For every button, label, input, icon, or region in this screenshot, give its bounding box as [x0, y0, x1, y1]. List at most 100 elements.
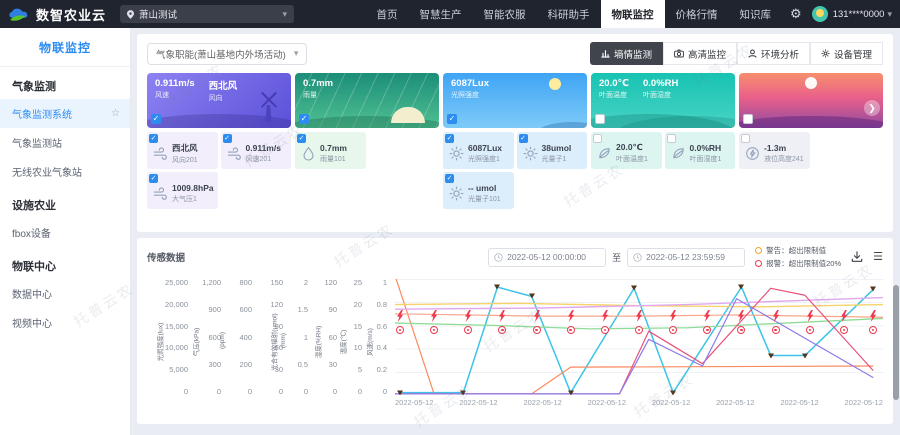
carousel-next-button[interactable]: ❯: [864, 100, 880, 116]
card-checkbox[interactable]: [595, 114, 605, 124]
card-value: 20.0℃: [599, 78, 629, 89]
bolt-icon: [745, 146, 760, 161]
chip-value: -- umol: [468, 183, 501, 193]
sensor-chip[interactable]: 20.0℃ 叶面温度1: [591, 132, 662, 169]
card-value: 0.7mm: [303, 78, 333, 89]
star-icon[interactable]: ☆: [111, 108, 120, 119]
sensor-card[interactable]: 0.911m/s 风速 西北风 风向 ✓: [147, 73, 291, 128]
nav-item[interactable]: 智能农服: [473, 0, 537, 28]
chart-plot-area[interactable]: [395, 279, 883, 395]
sensor-card[interactable]: 6087Lux 光照强度 ✓: [443, 73, 587, 128]
sidebar-item[interactable]: 无线农业气象站: [0, 157, 130, 186]
sidebar-item[interactable]: 数据中心: [0, 279, 130, 308]
sensor-card[interactable]: 20.0℃ 叶面温度 0.0%RH 叶面湿度: [591, 73, 735, 128]
card-label: 光照强度: [451, 90, 489, 100]
axis-tick: 0.2: [377, 366, 387, 373]
list-icon[interactable]: ☰: [873, 252, 883, 263]
chip-label: 光量子101: [468, 194, 501, 204]
sidebar-menu: 气象监测 气象监测系统 ☆ 气象监测站 无线农业气象站 设施农业 fbox设备 …: [0, 67, 130, 337]
user-menu[interactable]: 131****0000 ▾: [833, 9, 892, 20]
date-to-input[interactable]: 2022-05-12 23:59:59: [627, 248, 745, 267]
avatar[interactable]: [812, 6, 828, 22]
chip-checkbox[interactable]: [667, 134, 676, 143]
axis-tick: 0.4: [377, 344, 387, 351]
monitor-tab[interactable]: 设备管理: [810, 42, 883, 65]
chart-icon: [601, 49, 610, 58]
chevron-down-icon: ▾: [887, 10, 892, 19]
sensor-chip[interactable]: ✓ -- umol 光量子101: [443, 172, 514, 209]
chip-checkbox[interactable]: ✓: [223, 134, 232, 143]
sensor-chip[interactable]: ✓ 西北风 风向201: [147, 132, 218, 169]
nav-item[interactable]: 科研助手: [537, 0, 601, 28]
card-metric: 6087Lux 光照强度: [451, 78, 489, 100]
monitor-tab[interactable]: 环境分析: [737, 42, 810, 65]
sensor-chips: ✓ 西北风 风向201 ✓ 0.911m/s 风速201 ✓ 1009.8hPa…: [147, 132, 883, 209]
clock-icon: [633, 253, 642, 262]
monitor-tab[interactable]: 墒情监测: [590, 42, 663, 65]
sensor-data-title: 传感数据: [147, 250, 185, 264]
sensor-card[interactable]: [739, 73, 883, 128]
card-metric: 0.911m/s 风速: [155, 78, 195, 103]
main-nav: 首页智慧生产智能农服科研助手物联监控价格行情知识库: [366, 0, 783, 28]
sensor-chip[interactable]: ✓ 6087Lux 光照强度1: [443, 132, 514, 169]
chip-checkbox[interactable]: ✓: [519, 134, 528, 143]
sidebar-item[interactable]: 视频中心: [0, 308, 130, 337]
card-label: 叶面温度: [599, 90, 629, 100]
chip-checkbox[interactable]: [741, 134, 750, 143]
location-select[interactable]: 萧山测试 ▾: [120, 5, 294, 23]
chip-checkbox[interactable]: ✓: [149, 134, 158, 143]
date-from-input[interactable]: 2022-05-12 00:00:00: [488, 248, 606, 267]
chip-checkbox[interactable]: ✓: [149, 174, 158, 183]
wind-icon: [227, 146, 242, 161]
axis-tick: 150: [270, 279, 283, 286]
nav-item[interactable]: 首页: [366, 0, 409, 28]
card-label: 风向: [209, 93, 238, 103]
axis-label: 温度(℃): [337, 330, 347, 355]
sidebar-item[interactable]: fbox设备: [0, 218, 130, 247]
chip-value: 0.7mm: [320, 143, 347, 153]
card-value: 西北风: [209, 78, 238, 92]
sidebar-item[interactable]: 气象监测系统 ☆: [0, 99, 130, 128]
sensor-chip[interactable]: ✓ 38umol 光量子1: [517, 132, 588, 169]
nav-item[interactable]: 知识库: [729, 0, 783, 28]
axis-tick: 0.5: [298, 361, 308, 368]
x-axis-label: 2022-05-12: [395, 398, 433, 407]
nav-item[interactable]: 价格行情: [665, 0, 729, 28]
nav-item[interactable]: 物联监控: [601, 0, 665, 28]
axis-tick: 600: [239, 306, 252, 313]
card-checkbox[interactable]: ✓: [447, 114, 457, 124]
monitor-tab[interactable]: 高清监控: [663, 42, 737, 65]
settings-gear-icon[interactable]: ⚙: [790, 6, 802, 22]
sensor-chip[interactable]: ✓ 1009.8hPa 大气压1: [147, 172, 218, 209]
axis-tick: 20,000: [165, 301, 188, 308]
x-axis-label: 2022-05-12: [716, 398, 754, 407]
nav-item[interactable]: 智慧生产: [409, 0, 473, 28]
chevron-down-icon: ▾: [294, 49, 299, 58]
card-checkbox[interactable]: [743, 114, 753, 124]
chip-checkbox[interactable]: [593, 134, 602, 143]
x-axis-label: 2022-05-12: [652, 398, 690, 407]
chip-checkbox[interactable]: ✓: [297, 134, 306, 143]
card-checkbox[interactable]: ✓: [151, 114, 161, 124]
leaf-icon: [597, 146, 612, 161]
axis-label: 湿度(%RH): [312, 326, 322, 359]
sidebar-item[interactable]: 气象监测站: [0, 128, 130, 157]
sensor-card[interactable]: 0.7mm 雨量 ✓: [295, 73, 439, 128]
scrollbar[interactable]: [893, 285, 899, 400]
sensor-chip[interactable]: ✓ 0.911m/s 风速201: [221, 132, 292, 169]
download-icon[interactable]: [851, 251, 863, 263]
device-select[interactable]: 气象职能(萧山基地内外场活动) ▾: [147, 43, 307, 65]
chip-value: 20.0℃: [616, 142, 648, 153]
device-select-label: 气象职能(萧山基地内外场活动): [156, 47, 286, 61]
chip-checkbox[interactable]: ✓: [445, 174, 454, 183]
chip-value: 6087Lux: [468, 143, 502, 153]
sensor-chart: 光照强度(lux) 25,00020,00015,00010,0005,0000…: [147, 279, 883, 407]
chip-checkbox[interactable]: ✓: [445, 134, 454, 143]
sensor-chip[interactable]: ✓ 0.7mm 雨量101: [295, 132, 366, 169]
monitor-tab-label: 高清监控: [688, 47, 726, 61]
sensor-chip[interactable]: 0.0%RH 叶面湿度1: [665, 132, 736, 169]
card-checkbox[interactable]: ✓: [299, 114, 309, 124]
sensor-chip[interactable]: -1.3m 液位高度241: [739, 132, 810, 169]
sensor-data-panel: 传感数据 2022-05-12 00:00:00 至 2022-05-12 23…: [137, 238, 893, 424]
legend-item: 警告：超出限制值: [755, 245, 841, 256]
